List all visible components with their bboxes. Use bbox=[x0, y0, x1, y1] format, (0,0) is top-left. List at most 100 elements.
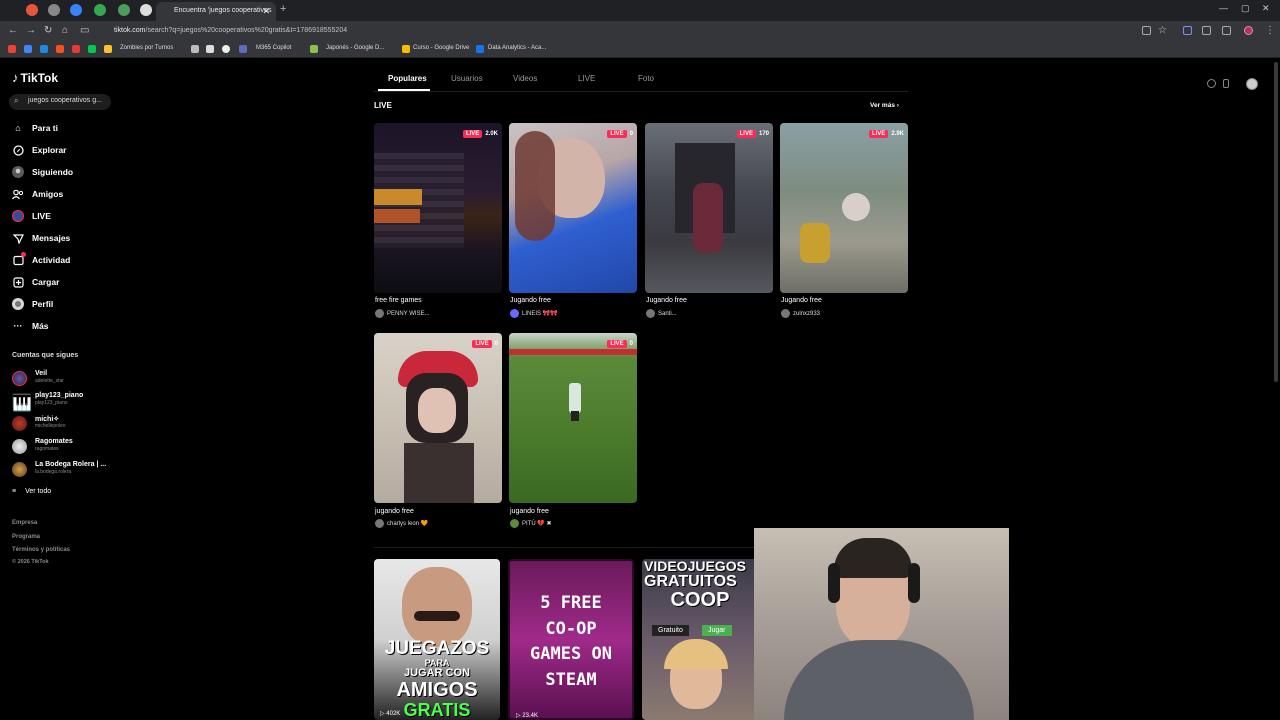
extension-icon[interactable] bbox=[1183, 26, 1192, 35]
live-card[interactable]: LIVE 0 bbox=[509, 333, 637, 503]
nav-item-explorar[interactable]: Explorar bbox=[12, 143, 67, 157]
nav-item-mas[interactable]: ··· Más bbox=[12, 319, 49, 333]
nav-item-mensajes[interactable]: Mensajes bbox=[12, 231, 70, 245]
see-more-button[interactable]: Ver más › bbox=[870, 102, 899, 109]
close-window-icon[interactable]: ✕ bbox=[1262, 3, 1270, 14]
card-title[interactable]: jugando free bbox=[375, 508, 414, 515]
browser-tab-favicon[interactable] bbox=[70, 4, 82, 16]
search-input[interactable]: ⌕ juegos cooperativos g... bbox=[9, 94, 111, 110]
browser-tab-favicon[interactable] bbox=[140, 4, 152, 16]
install-icon[interactable] bbox=[1142, 26, 1151, 35]
card-title[interactable]: jugando free bbox=[510, 508, 549, 515]
nav-item-live[interactable]: LIVE bbox=[12, 209, 51, 223]
nav-item-actividad[interactable]: Actividad bbox=[12, 252, 70, 267]
bookmark-icon[interactable] bbox=[40, 45, 48, 53]
live-card[interactable]: LIVE 2.0K bbox=[374, 123, 502, 293]
card-user[interactable]: LINEIS 🎀🎀 bbox=[510, 309, 558, 318]
video-card[interactable]: VIDEOJUEGOS GRATUITOS COOP Gratuito Juga… bbox=[642, 559, 754, 720]
card-user[interactable]: charlys leon 🧡 bbox=[375, 519, 428, 528]
card-user[interactable]: zulnxz933 bbox=[781, 309, 820, 318]
see-all-button[interactable]: ≡ Ver todo bbox=[12, 488, 51, 495]
browser-tab-favicon[interactable] bbox=[94, 4, 106, 16]
bookmark-item[interactable]: Data Analytics - Aca... bbox=[488, 45, 546, 51]
github-icon[interactable] bbox=[222, 45, 230, 53]
browser-tab-favicon[interactable] bbox=[26, 4, 38, 16]
extension-icon[interactable] bbox=[1202, 26, 1211, 35]
browser-active-tab[interactable]: Encuentra 'juegos cooperativos ✕ bbox=[156, 2, 276, 21]
bookmark-icon[interactable] bbox=[239, 45, 247, 53]
view-count: ▷ 402K bbox=[380, 711, 401, 717]
bookmark-item[interactable]: Japonés - Google D... bbox=[326, 45, 384, 51]
compass-icon[interactable] bbox=[1207, 79, 1216, 88]
nav-item-para-ti[interactable]: ⌂ Para ti bbox=[12, 121, 58, 135]
footer-link-terminos[interactable]: Términos y políticas bbox=[12, 547, 70, 553]
card-thumbnail-overlay bbox=[842, 193, 870, 221]
card-user[interactable]: PENNY WISE... bbox=[375, 309, 430, 318]
live-card[interactable]: LIVE 0 bbox=[374, 333, 502, 503]
bookmark-icon[interactable] bbox=[310, 45, 318, 53]
nav-item-perfil[interactable]: Perfil bbox=[12, 297, 53, 311]
live-card[interactable]: LIVE 170 bbox=[645, 123, 773, 293]
card-user[interactable]: PITÚ 💔 ✖ bbox=[510, 519, 552, 528]
url-field[interactable]: tiktok.com/search?q=juegos%20cooperativo… bbox=[100, 24, 1130, 38]
home-browser-icon[interactable]: ⌂ bbox=[62, 25, 68, 36]
footer-link-empresa[interactable]: Empresa bbox=[12, 520, 37, 526]
drive-icon[interactable] bbox=[402, 45, 410, 53]
bookmark-icon[interactable] bbox=[72, 45, 80, 53]
extension-icon[interactable] bbox=[1222, 26, 1231, 35]
card-title[interactable]: Jugando free bbox=[646, 297, 687, 304]
tiktok-logo[interactable]: ♪ TikTok bbox=[12, 70, 58, 85]
bookmark-icon[interactable] bbox=[191, 45, 199, 53]
nav-item-siguiendo[interactable]: Siguiendo bbox=[12, 165, 73, 179]
section-title-live: LIVE bbox=[374, 101, 392, 110]
tab-live[interactable]: LIVE bbox=[578, 74, 595, 83]
maximize-icon[interactable]: ▢ bbox=[1241, 3, 1250, 14]
tab-usuarios[interactable]: Usuarios bbox=[451, 74, 483, 83]
minimize-icon[interactable]: — bbox=[1219, 3, 1228, 13]
forward-icon[interactable]: → bbox=[26, 25, 36, 36]
card-title[interactable]: Jugando free bbox=[510, 297, 551, 304]
live-badge: LIVE 0 bbox=[607, 340, 633, 348]
bookmark-icon[interactable] bbox=[24, 45, 32, 53]
tab-foto[interactable]: Foto bbox=[638, 74, 654, 83]
back-icon[interactable]: ← bbox=[8, 25, 18, 36]
card-title[interactable]: free fire games bbox=[375, 297, 422, 304]
nav-item-cargar[interactable]: Cargar bbox=[12, 275, 59, 289]
nav-item-amigos[interactable]: Amigos bbox=[12, 187, 63, 201]
bookmark-item[interactable]: Curso - Google Drive bbox=[413, 45, 469, 51]
profile-avatar-icon[interactable] bbox=[1244, 26, 1253, 35]
bookmark-item[interactable]: M365 Copilot bbox=[256, 45, 291, 51]
bookmark-icon[interactable] bbox=[104, 45, 112, 53]
bookmark-item[interactable]: Zombies por Turnos bbox=[120, 45, 173, 51]
scrollbar[interactable] bbox=[1274, 62, 1278, 382]
bookmark-icon[interactable] bbox=[56, 45, 64, 53]
account-handle: la.bodega.rolera bbox=[35, 469, 72, 475]
card-user[interactable]: Santi... bbox=[646, 309, 677, 318]
tab-populares[interactable]: Populares bbox=[388, 74, 427, 83]
bookmark-icon[interactable] bbox=[88, 45, 96, 53]
bookmark-icon[interactable] bbox=[206, 45, 214, 53]
close-tab-icon[interactable]: ✕ bbox=[262, 6, 270, 17]
reload-icon[interactable]: ↻ bbox=[44, 25, 52, 36]
video-card[interactable]: 5 FREE CO-OP GAMES ON STEAM ▷ 23.4K bbox=[508, 559, 634, 720]
nav-label: Explorar bbox=[32, 145, 67, 155]
menu-icon[interactable]: ⋮ bbox=[1265, 25, 1275, 36]
new-tab-icon[interactable]: + bbox=[280, 3, 286, 15]
footer-link-programa[interactable]: Programa bbox=[12, 534, 40, 540]
profile-avatar-icon[interactable] bbox=[1246, 78, 1258, 90]
browser-tab-favicon[interactable] bbox=[48, 4, 60, 16]
gmail-icon[interactable] bbox=[8, 45, 16, 53]
footer-copyright: © 2026 TikTok bbox=[12, 559, 49, 565]
browser-tab-favicon[interactable] bbox=[118, 4, 130, 16]
star-icon[interactable]: ☆ bbox=[1158, 25, 1167, 36]
device-icon[interactable] bbox=[1223, 79, 1229, 88]
nav-label: Cargar bbox=[32, 277, 60, 287]
viewer-count: 0 bbox=[494, 341, 498, 347]
tab-videos[interactable]: Videos bbox=[513, 74, 537, 83]
bookmark-icon[interactable] bbox=[476, 45, 484, 53]
card-title[interactable]: Jugando free bbox=[781, 297, 822, 304]
live-card[interactable]: LIVE 2.9K bbox=[780, 123, 908, 293]
sidepanel-icon[interactable]: ▭ bbox=[80, 25, 89, 36]
live-card[interactable]: LIVE 0 bbox=[509, 123, 637, 293]
video-card[interactable]: JUEGAZOS PARA JUGAR CON AMIGOS GRATIS ▷ … bbox=[374, 559, 500, 720]
